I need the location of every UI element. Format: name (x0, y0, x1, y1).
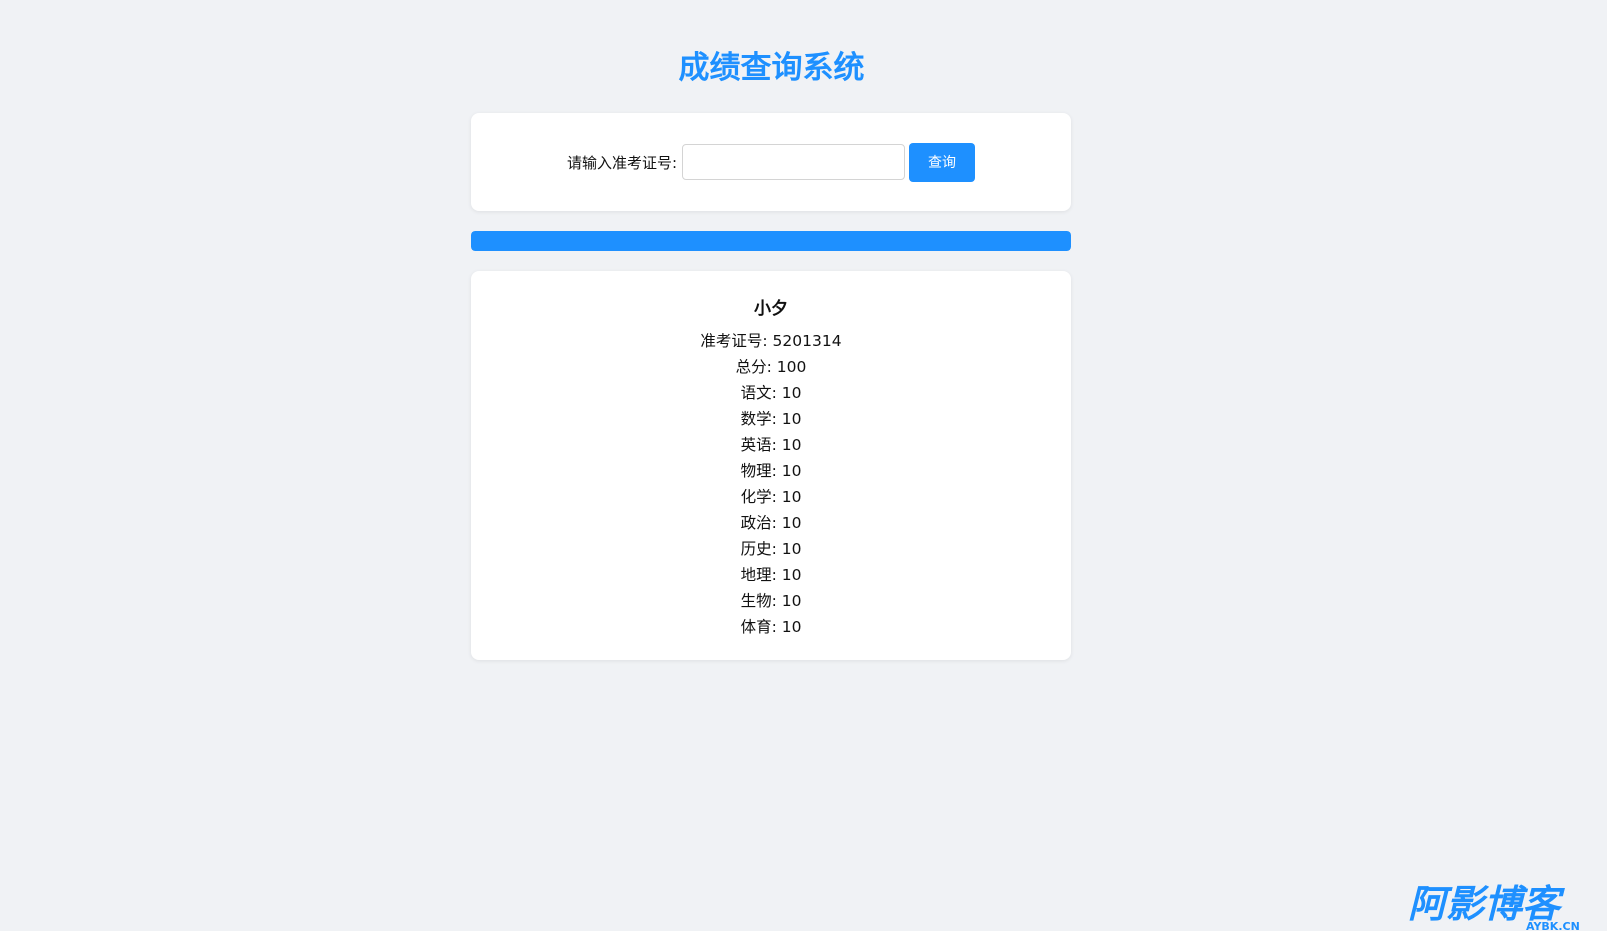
result-line-exam-number: 准考证号: 5201314 (700, 332, 842, 350)
progress-fill (471, 231, 1071, 251)
result-card: 小夕 准考证号: 5201314 总分: 100 语文: 10 数学: 10 英… (471, 271, 1071, 660)
watermark-sub-text: AYBK.CN (1526, 920, 1580, 931)
search-card: 请输入准考证号: 查询 (471, 113, 1071, 211)
result-line-history: 历史: 10 (740, 540, 802, 558)
result-line-politics: 政治: 10 (740, 514, 802, 532)
result-line-geography: 地理: 10 (740, 566, 802, 584)
watermark-logo: 阿影博客 AYBK.CN (1408, 882, 1580, 931)
result-line-biology: 生物: 10 (740, 592, 802, 610)
exam-number-input[interactable] (682, 144, 906, 180)
result-line-chemistry: 化学: 10 (740, 488, 802, 506)
result-line-math: 数学: 10 (740, 410, 802, 428)
result-line-physics: 物理: 10 (740, 462, 802, 480)
page-title: 成绩查询系统 (678, 50, 865, 86)
result-line-total: 总分: 100 (735, 358, 807, 376)
page: 成绩查询系统 请输入准考证号: 查询 小夕 准考证号: 5201314 总分: … (0, 0, 1607, 931)
search-label: 请输入准考证号: (566, 153, 678, 172)
result-list: 准考证号: 5201314 总分: 100 语文: 10 数学: 10 英语: … (471, 328, 1071, 640)
query-button[interactable]: 查询 (909, 142, 976, 182)
student-name: 小夕 (754, 299, 788, 319)
result-line-chinese: 语文: 10 (740, 384, 802, 402)
result-line-pe: 体育: 10 (740, 618, 802, 636)
progress-bar (471, 231, 1071, 251)
result-line-english: 英语: 10 (740, 436, 802, 454)
